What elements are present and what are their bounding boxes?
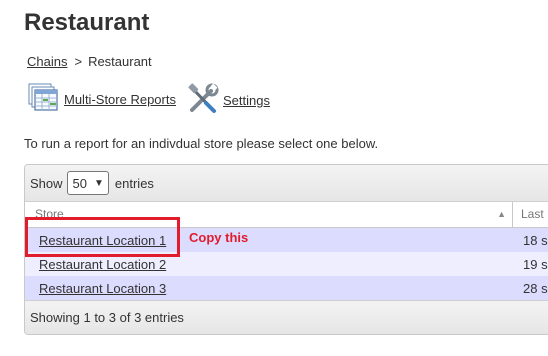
- settings-action[interactable]: Settings: [186, 82, 270, 119]
- store-cell: Restaurant Location 2: [25, 257, 513, 272]
- breadcrumb-current: Restaurant: [88, 54, 152, 69]
- length-suffix: entries: [114, 175, 154, 191]
- breadcrumb: Chains > Restaurant: [27, 54, 152, 69]
- table-info: Showing 1 to 3 of 3 entries: [25, 300, 548, 334]
- instruction-text: To run a report for an indivdual store p…: [24, 136, 379, 151]
- store-link[interactable]: Restaurant Location 3: [39, 281, 166, 296]
- column-header-last[interactable]: Last: [513, 202, 544, 227]
- entries-length-value[interactable]: 50: [73, 176, 87, 191]
- page-title: Restaurant: [24, 9, 150, 36]
- last-cell: 19 se: [523, 256, 548, 272]
- tools-icon[interactable]: [186, 82, 220, 119]
- multi-store-reports-link[interactable]: Multi-Store Reports: [64, 92, 176, 107]
- chevron-down-icon[interactable]: ▼: [94, 178, 104, 189]
- spreadsheet-icon[interactable]: [27, 82, 61, 117]
- annotation-highlight-box: [25, 217, 180, 257]
- length-prefix: Show: [30, 175, 63, 191]
- breadcrumb-chains-link[interactable]: Chains: [27, 54, 67, 69]
- sort-ascending-icon[interactable]: ▲: [497, 202, 506, 227]
- last-cell: 28 se: [523, 280, 548, 296]
- settings-link[interactable]: Settings: [223, 93, 270, 108]
- store-link[interactable]: Restaurant Location 2: [39, 257, 166, 272]
- table-toolbar: Show 50 ▼ entries: [25, 165, 548, 202]
- last-cell: 18 se: [523, 232, 548, 248]
- table-row: Restaurant Location 3 28 se: [25, 276, 548, 300]
- multi-store-reports-action[interactable]: Multi-Store Reports: [27, 82, 176, 117]
- store-cell: Restaurant Location 3: [25, 281, 513, 296]
- annotation-label: Copy this: [189, 230, 249, 245]
- breadcrumb-separator: >: [74, 54, 83, 69]
- entries-length-select[interactable]: 50 ▼: [66, 171, 109, 195]
